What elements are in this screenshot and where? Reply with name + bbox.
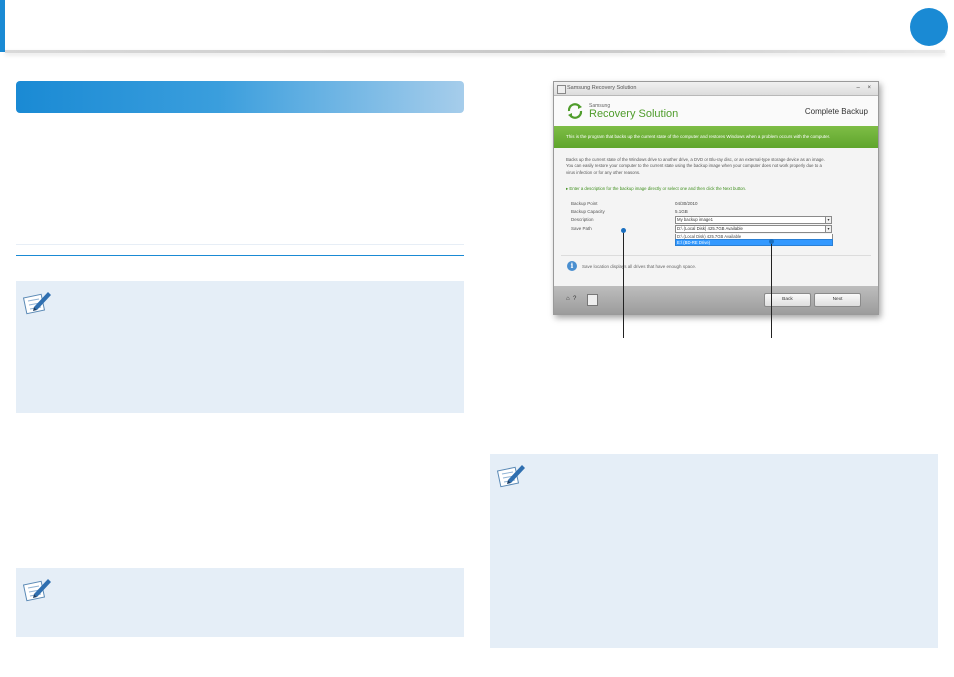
chevron-down-icon[interactable]: ▾ xyxy=(825,226,831,232)
save-path-option-selected[interactable]: E:\ (BD-RE Drive) xyxy=(675,239,833,246)
description-value: My backup image1 xyxy=(677,217,714,222)
backup-capacity-label: Backup Capacity xyxy=(571,209,605,214)
document-icon[interactable] xyxy=(587,294,598,306)
callout-line-2 xyxy=(771,241,772,338)
window-controls[interactable]: – × xyxy=(856,82,874,95)
note-box-1 xyxy=(16,281,464,413)
subsection-divider-light xyxy=(16,244,464,245)
description-line: You can easily restore your computer to … xyxy=(566,163,822,169)
home-icon[interactable]: ⌂ xyxy=(566,296,570,302)
description-combobox[interactable]: My backup image1 ▾ xyxy=(675,216,832,224)
page-number-badge xyxy=(910,8,948,46)
info-banner: This is the program that backs up the cu… xyxy=(554,126,878,148)
instruction-label: Enter a description for the backup image… xyxy=(569,186,747,191)
note-pencil-icon xyxy=(22,579,51,602)
info-icon: i xyxy=(567,261,577,271)
description-paragraph: Backs up the current state of the Window… xyxy=(566,157,866,176)
callout-line-1 xyxy=(623,230,624,338)
window-title: Samsung Recovery Solution xyxy=(567,85,637,91)
save-path-select[interactable]: D:\ (Local Disk) 425.7GB Available ▾ xyxy=(675,225,832,233)
help-icon[interactable]: ? xyxy=(573,296,576,302)
save-path-value: D:\ (Local Disk) 425.7GB Available xyxy=(677,226,743,231)
callout-marker-2 xyxy=(769,239,774,244)
brand-product: Recovery Solution xyxy=(589,108,679,120)
save-path-label: Save Path xyxy=(571,226,592,231)
description-line: virus infection or for any other reasons… xyxy=(566,169,641,175)
chevron-down-icon[interactable]: ▾ xyxy=(825,217,831,223)
brand-header: Samsung Recovery Solution Complete Backu… xyxy=(554,96,878,126)
home-help-icons: ⌂ ? xyxy=(566,296,576,302)
mode-title: Complete Backup xyxy=(804,107,868,116)
note-box-2 xyxy=(16,568,464,637)
info-text: Save location displays all drives that h… xyxy=(582,264,697,269)
window-titlebar: Samsung Recovery Solution – × xyxy=(554,82,878,96)
window-footer: ⌂ ? Back Next xyxy=(554,286,878,314)
subsection-divider xyxy=(16,255,464,256)
note-pencil-icon xyxy=(22,292,51,315)
banner-text: This is the program that backs up the cu… xyxy=(566,134,831,139)
description-label: Description xyxy=(571,217,594,222)
info-divider xyxy=(561,255,871,256)
note-box-3 xyxy=(490,454,938,648)
instruction-text: ▸ Enter a description for the backup ima… xyxy=(566,186,747,191)
note-pencil-icon xyxy=(496,465,525,488)
recovery-solution-window: Samsung Recovery Solution – × Samsung Re… xyxy=(553,81,879,315)
header-divider xyxy=(5,50,945,53)
next-button[interactable]: Next xyxy=(814,293,861,307)
app-icon xyxy=(557,85,566,94)
backup-capacity-value: 5.1GB xyxy=(675,209,688,214)
section-title-bar xyxy=(16,81,464,113)
header-accent-bar xyxy=(0,0,5,52)
recovery-logo-icon xyxy=(567,103,583,119)
callout-marker-1 xyxy=(621,228,626,233)
backup-point-label: Backup Point xyxy=(571,201,598,206)
backup-point-value: 04/30/2010 xyxy=(675,201,698,206)
